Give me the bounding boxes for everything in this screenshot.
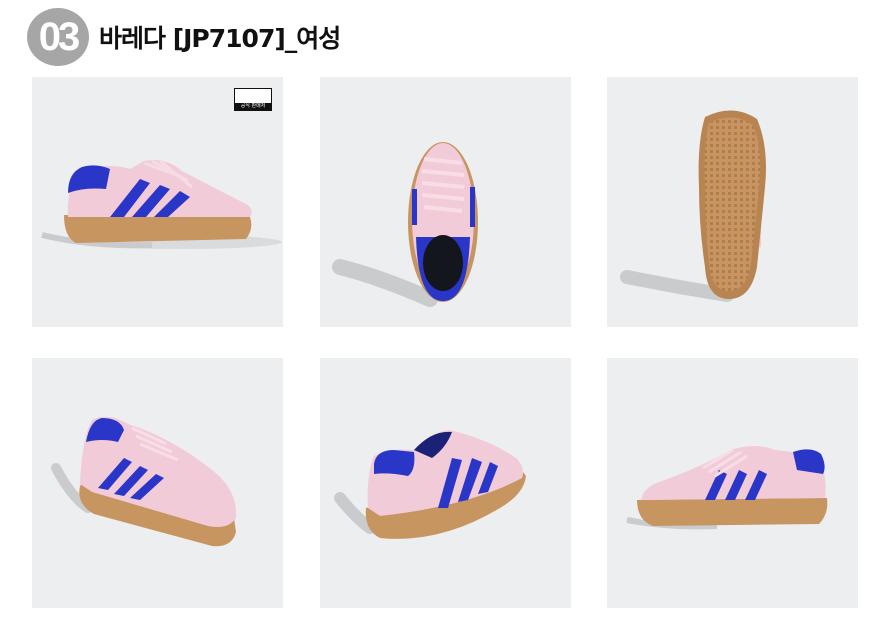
- shoe-sole-view-icon: [620, 110, 766, 302]
- product-image-back-angle[interactable]: [320, 358, 571, 608]
- official-seller-badge: 공식 판매처: [234, 88, 272, 111]
- product-image-side[interactable]: 공식 판매처: [32, 77, 283, 327]
- product-image-top[interactable]: [320, 77, 571, 327]
- product-image-front-angle[interactable]: [32, 358, 283, 608]
- shoe-back-angle-icon: [334, 430, 526, 539]
- product-title: 바레다 [JP7107]_여성: [99, 24, 341, 53]
- section-header: 03 바레다 [JP7107]_여성: [27, 8, 341, 66]
- section-number-badge: 03: [27, 8, 89, 66]
- adidas-logo-icon: [235, 89, 272, 111]
- shoe-front-angle-icon: [51, 416, 237, 547]
- shoe-side-right-icon: [626, 446, 828, 530]
- shoe-side-view-icon: [41, 159, 282, 249]
- shoe-top-view-icon: [332, 142, 478, 307]
- product-image-side-right[interactable]: [607, 358, 858, 608]
- product-image-sole[interactable]: [607, 77, 858, 327]
